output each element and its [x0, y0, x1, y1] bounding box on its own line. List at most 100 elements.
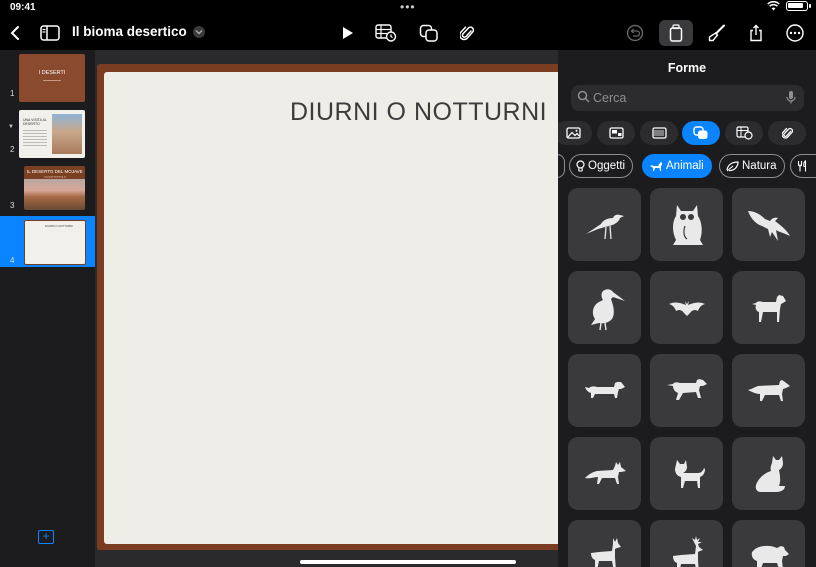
- deer-icon: [590, 537, 621, 567]
- thumbnail-subtitle: UN SOTTOTITOLO: [44, 176, 66, 179]
- category-tabs: [558, 121, 816, 145]
- play-button[interactable]: [335, 21, 361, 45]
- play-icon: [343, 27, 353, 39]
- chip-previous[interactable]: [558, 154, 565, 178]
- shape-tile-cat[interactable]: [650, 437, 723, 510]
- status-time: 09:41: [10, 2, 36, 13]
- home-indicator[interactable]: [300, 560, 516, 564]
- tab-shapes[interactable]: [682, 121, 720, 145]
- shape-tile-stag[interactable]: [650, 520, 723, 567]
- owl-icon: [672, 204, 703, 245]
- sidebar-icon: [40, 25, 60, 41]
- shape-tile-wolf[interactable]: [732, 354, 805, 427]
- tab-photos[interactable]: [597, 121, 635, 145]
- paperclip-icon: [781, 127, 793, 139]
- chip-natura[interactable]: Natura: [719, 154, 785, 178]
- multitasking-dots[interactable]: •••: [400, 0, 416, 14]
- insert-media-button[interactable]: [454, 21, 480, 45]
- format-icon: [669, 24, 683, 42]
- shape-tile-cat-sitting[interactable]: [732, 437, 805, 510]
- battery-icon: [786, 1, 811, 11]
- cat-icon: [674, 459, 705, 488]
- status-bar: 09:41 •••: [0, 0, 816, 16]
- thumbnail-title: I DESERTI: [38, 70, 66, 76]
- slide-number: 1: [10, 89, 15, 98]
- more-button[interactable]: [782, 21, 808, 45]
- slide-number: 4: [10, 256, 15, 265]
- share-button[interactable]: [743, 21, 769, 45]
- shape-tile-dog-running[interactable]: [650, 354, 723, 427]
- shape-tile-fox[interactable]: [568, 437, 641, 510]
- share-icon: [750, 24, 762, 42]
- chip-label: Animali: [666, 160, 704, 172]
- dog-running-icon: [666, 378, 707, 400]
- shape-tile-bear[interactable]: [732, 520, 805, 567]
- eagle-icon: [747, 210, 790, 241]
- shape-tile-dachshund[interactable]: [568, 354, 641, 427]
- shape-category-chips: Oggetti Animali Natura: [558, 154, 816, 178]
- slide-thumbnail-4[interactable]: DIURNI O NOTTURNI 4: [0, 216, 95, 267]
- shape-tile-dog[interactable]: [732, 271, 805, 344]
- insert-table-button[interactable]: [373, 21, 399, 45]
- add-slide-button[interactable]: +: [38, 530, 54, 544]
- search-input[interactable]: [593, 88, 783, 108]
- shapes-icon: [419, 24, 438, 42]
- insert-shape-button[interactable]: [416, 21, 442, 45]
- microphone-icon[interactable]: [786, 90, 796, 105]
- table-icon: [735, 126, 753, 140]
- tab-images[interactable]: [558, 121, 592, 145]
- slide-thumbnail-1[interactable]: I DESERTI 1: [0, 50, 95, 102]
- slide-number: 2: [10, 145, 15, 154]
- fox-icon: [584, 461, 626, 484]
- shape-tile-bat[interactable]: [650, 271, 723, 344]
- document-title-menu[interactable]: Il bioma desertico: [72, 24, 205, 39]
- fork-knife-icon: [797, 160, 807, 172]
- bear-icon: [751, 545, 789, 567]
- chevron-down-icon: [192, 25, 205, 38]
- animal-icon: [650, 161, 662, 171]
- chevron-left-icon: [10, 26, 19, 40]
- slide-thumbnail-image: IL DESERTO DEL MOJAVE UN SOTTOTITOLO: [24, 166, 85, 210]
- leaf-icon: [726, 160, 739, 171]
- search-icon: [577, 90, 590, 103]
- bird-icon: [585, 214, 624, 239]
- tab-media[interactable]: [768, 121, 806, 145]
- collapse-triangle-icon[interactable]: ▼: [8, 124, 14, 130]
- search-field[interactable]: [571, 85, 804, 111]
- shape-tile-owl[interactable]: [650, 188, 723, 261]
- animate-button[interactable]: [704, 21, 730, 45]
- thumbnail-title: UNA VISITA AL DESERTO: [23, 118, 47, 126]
- slide-number: 3: [10, 201, 15, 210]
- shape-tile-pelican[interactable]: [568, 271, 641, 344]
- slide[interactable]: DIURNI O NOTTURNI: [104, 72, 574, 544]
- pelican-icon: [590, 288, 625, 330]
- slide-frame: DIURNI O NOTTURNI: [97, 64, 574, 550]
- thumbnail-divider: [43, 80, 61, 81]
- table-icon: [375, 24, 397, 42]
- image-icon: [565, 127, 581, 139]
- format-button[interactable]: [659, 20, 693, 46]
- shape-tile-deer[interactable]: [568, 520, 641, 567]
- thumbnail-title: IL DESERTO DEL MOJAVE: [27, 169, 83, 174]
- slide-thumbnail-2[interactable]: ▼ UNA VISITA AL DESERTO 2: [0, 106, 95, 158]
- undo-button[interactable]: [622, 21, 648, 45]
- cat-sitting-icon: [755, 455, 785, 492]
- chip-cibo[interactable]: [790, 154, 816, 178]
- back-button[interactable]: [2, 21, 28, 45]
- shape-tile-eagle[interactable]: [732, 188, 805, 261]
- slide-thumbnail-3[interactable]: IL DESERTO DEL MOJAVE UN SOTTOTITOLO 3: [0, 162, 95, 212]
- photo-collage-icon: [608, 127, 624, 139]
- tab-tables[interactable]: [725, 121, 763, 145]
- slide-thumbnail-image: UNA VISITA AL DESERTO: [19, 110, 85, 158]
- chip-animali[interactable]: Animali: [642, 154, 712, 178]
- chip-oggetti[interactable]: Oggetti: [569, 154, 634, 178]
- shape-tile-bird[interactable]: [568, 188, 641, 261]
- wifi-icon: [767, 1, 780, 11]
- slide-title[interactable]: DIURNI O NOTTURNI: [290, 98, 547, 127]
- toolbar: Il bioma desertico: [0, 16, 816, 50]
- chip-label: Natura: [742, 160, 777, 172]
- shapes-panel: Forme Oggetti Animal: [558, 50, 816, 567]
- sidebar-toggle-button[interactable]: [37, 21, 63, 45]
- texture-icon: [651, 127, 667, 139]
- tab-textures[interactable]: [640, 121, 678, 145]
